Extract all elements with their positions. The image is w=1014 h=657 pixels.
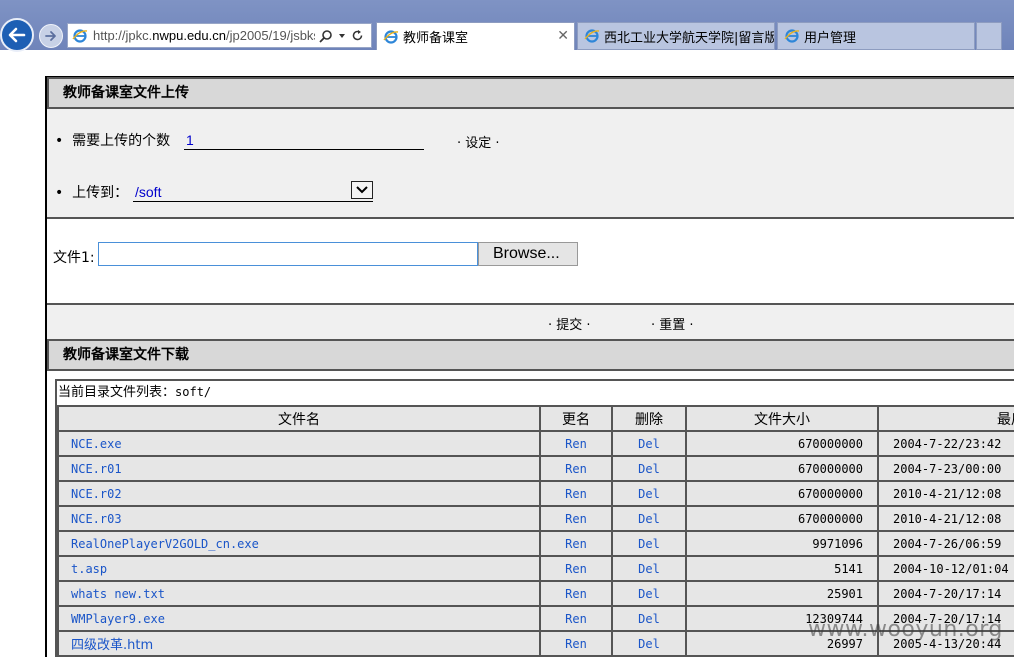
rename-link[interactable]: Ren bbox=[539, 555, 613, 582]
reset-button[interactable]: · 重置 · bbox=[651, 314, 694, 333]
browse-button[interactable]: Browse... bbox=[478, 242, 578, 266]
file-date: 2010-4-21/12:08 bbox=[877, 480, 1014, 507]
col-header-filename: 文件名 bbox=[57, 405, 541, 432]
rename-link[interactable]: Ren bbox=[539, 430, 613, 457]
forward-button[interactable] bbox=[39, 24, 63, 48]
close-icon[interactable]: ✕ bbox=[557, 28, 569, 44]
set-button[interactable]: · 设定 · bbox=[457, 132, 500, 151]
dest-dropdown-button[interactable] bbox=[351, 181, 373, 199]
download-section-title: 教师备课室文件下载 bbox=[47, 339, 1014, 371]
rename-link[interactable]: Ren bbox=[539, 580, 613, 607]
file-path-input[interactable] bbox=[98, 242, 478, 266]
file-name-link[interactable]: NCE.r02 bbox=[57, 480, 541, 507]
watermark: www.wooyun.org bbox=[808, 617, 1003, 642]
refresh-icon[interactable] bbox=[351, 29, 364, 42]
table-row: NCE.exe Ren Del 670000000 2004-7-22/23:4… bbox=[57, 430, 1014, 457]
file-date: 2004-7-26/06:59 bbox=[877, 530, 1014, 557]
tab-user-management[interactable]: 用户管理 bbox=[777, 22, 975, 50]
address-bar[interactable]: http://jpkc.nwpu.edu.cn/jp2005/19/jsbks/… bbox=[67, 23, 372, 48]
back-button[interactable] bbox=[0, 18, 34, 52]
file-name-link[interactable]: NCE.r01 bbox=[57, 455, 541, 482]
file-date: 2004-7-23/00:00 bbox=[877, 455, 1014, 482]
table-row: NCE.r01 Ren Del 670000000 2004-7-23/00:0… bbox=[57, 455, 1014, 482]
delete-link[interactable]: Del bbox=[611, 555, 687, 582]
file-date: 2004-7-20/17:14 bbox=[877, 580, 1014, 607]
rename-link[interactable]: Ren bbox=[539, 605, 613, 632]
search-icon[interactable] bbox=[319, 29, 333, 43]
table-row: whats new.txt Ren Del 25901 2004-7-20/17… bbox=[57, 580, 1014, 607]
file-size: 670000000 bbox=[685, 455, 879, 482]
file-size: 670000000 bbox=[685, 505, 879, 532]
browser-chrome: http://jpkc.nwpu.edu.cn/jp2005/19/jsbks/… bbox=[0, 0, 1014, 52]
upload-config-panel: • 需要上传的个数 · 设定 · • 上传到： bbox=[47, 109, 1014, 219]
new-tab-button[interactable] bbox=[976, 22, 1002, 50]
upload-dest-select[interactable] bbox=[133, 182, 373, 202]
arrow-left-icon bbox=[8, 27, 26, 43]
table-row: NCE.r03 Ren Del 670000000 2010-4-21/12:0… bbox=[57, 505, 1014, 532]
submit-row: · 提交 · · 重置 · bbox=[47, 305, 1014, 339]
col-header-delete: 删除 bbox=[611, 405, 687, 432]
file-name-link[interactable]: NCE.r03 bbox=[57, 505, 541, 532]
rename-link[interactable]: Ren bbox=[539, 505, 613, 532]
table-header-row: 文件名 更名 删除 文件大小 最后 bbox=[57, 405, 1014, 432]
delete-link[interactable]: Del bbox=[611, 580, 687, 607]
upload-section-title: 教师备课室文件上传 bbox=[47, 77, 1014, 109]
delete-link[interactable]: Del bbox=[611, 430, 687, 457]
file-name-link[interactable]: NCE.exe bbox=[57, 430, 541, 457]
rename-link[interactable]: Ren bbox=[539, 630, 613, 657]
ie-icon bbox=[383, 29, 399, 45]
file-size: 670000000 bbox=[685, 430, 879, 457]
file-date: 2010-4-21/12:08 bbox=[877, 505, 1014, 532]
rename-link[interactable]: Ren bbox=[539, 530, 613, 557]
arrow-right-icon bbox=[45, 31, 56, 41]
file-select-area: 文件1: Browse... bbox=[47, 219, 1014, 305]
file-name-link[interactable]: RealOnePlayerV2GOLD_cn.exe bbox=[57, 530, 541, 557]
delete-link[interactable]: Del bbox=[611, 455, 687, 482]
file-size: 25901 bbox=[685, 580, 879, 607]
file-size: 5141 bbox=[685, 555, 879, 582]
submit-button[interactable]: · 提交 · bbox=[548, 314, 591, 333]
delete-link[interactable]: Del bbox=[611, 630, 687, 657]
file-name-link[interactable]: whats new.txt bbox=[57, 580, 541, 607]
address-url[interactable]: http://jpkc.nwpu.edu.cn/jp2005/19/jsbks/… bbox=[93, 28, 315, 43]
current-dir-path: soft/ bbox=[175, 385, 212, 399]
file-size: 9971096 bbox=[685, 530, 879, 557]
tab-label: 用户管理 bbox=[804, 30, 857, 46]
delete-link[interactable]: Del bbox=[611, 505, 687, 532]
delete-link[interactable]: Del bbox=[611, 480, 687, 507]
table-row: RealOnePlayerV2GOLD_cn.exe Ren Del 99710… bbox=[57, 530, 1014, 557]
tab-label: 西北工业大学航天学院|留言版 bbox=[604, 30, 775, 46]
current-dir-line: 当前目录文件列表：soft/ bbox=[57, 381, 1014, 405]
file-label: 文件1: bbox=[53, 250, 95, 266]
file-name-link[interactable]: t.asp bbox=[57, 555, 541, 582]
delete-link[interactable]: Del bbox=[611, 605, 687, 632]
col-header-modified: 最后 bbox=[877, 405, 1014, 432]
file-date: 2004-7-22/23:42 bbox=[877, 430, 1014, 457]
table-row: NCE.r02 Ren Del 670000000 2010-4-21/12:0… bbox=[57, 480, 1014, 507]
col-header-size: 文件大小 bbox=[685, 405, 879, 432]
file-name-link[interactable]: WMPlayer9.exe bbox=[57, 605, 541, 632]
chevron-down-icon bbox=[356, 186, 368, 194]
file-listing: 当前目录文件列表：soft/ 文件名 更名 删除 文件大小 最后 NCE.exe… bbox=[55, 379, 1014, 657]
ie-icon bbox=[784, 28, 800, 44]
rename-link[interactable]: Ren bbox=[539, 455, 613, 482]
ie-icon bbox=[72, 28, 88, 44]
delete-link[interactable]: Del bbox=[611, 530, 687, 557]
dest-row-label: • 上传到： bbox=[55, 185, 129, 201]
count-row-label: • 需要上传的个数 bbox=[55, 133, 171, 149]
ie-icon bbox=[584, 28, 600, 44]
file-date: 2004-10-12/01:04 bbox=[877, 555, 1014, 582]
table-row: t.asp Ren Del 5141 2004-10-12/01:04 bbox=[57, 555, 1014, 582]
file-size: 670000000 bbox=[685, 480, 879, 507]
file-name-link[interactable]: 四级改革.htm bbox=[57, 630, 541, 657]
chevron-down-icon[interactable] bbox=[338, 32, 346, 40]
tab-teacher-room[interactable]: 教师备课室 ✕ bbox=[376, 22, 575, 50]
tab-label: 教师备课室 bbox=[403, 31, 469, 46]
page-frame: 教师备课室文件上传 • 需要上传的个数 · 设定 · • 上传到： 文件1: B… bbox=[45, 76, 1014, 657]
tab-guestbook[interactable]: 西北工业大学航天学院|留言版 bbox=[577, 22, 775, 50]
rename-link[interactable]: Ren bbox=[539, 480, 613, 507]
upload-count-input[interactable] bbox=[184, 130, 424, 150]
col-header-rename: 更名 bbox=[539, 405, 613, 432]
